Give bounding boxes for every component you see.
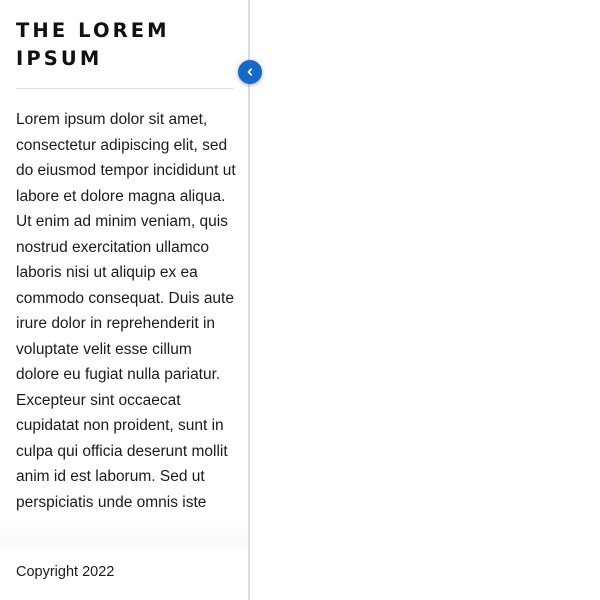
copyright-text: Copyright 2022 (16, 564, 115, 580)
sidebar-title: THE LOREM IPSUM (16, 19, 170, 70)
page: THE LOREM IPSUM Lorem ipsum dolor sit am… (0, 0, 600, 600)
collapse-sidebar-button[interactable] (238, 60, 262, 84)
chevron-left-icon (245, 67, 255, 77)
title-divider (16, 88, 234, 89)
sidebar-body-text: Lorem ipsum dolor sit amet, consectetur … (16, 111, 236, 511)
sidebar: THE LOREM IPSUM Lorem ipsum dolor sit am… (0, 0, 250, 600)
